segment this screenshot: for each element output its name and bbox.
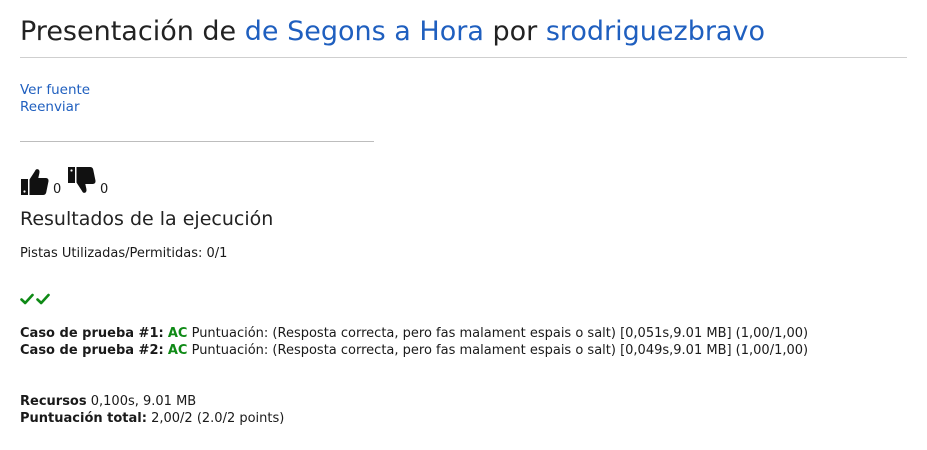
test-case-label: Caso de prueba #1:: [20, 326, 164, 341]
test-status-icons: [20, 292, 907, 306]
test-case-row: Caso de prueba #1: AC Puntuación: (Respo…: [20, 325, 907, 342]
view-source-link[interactable]: Ver fuente: [20, 82, 907, 99]
test-case-status: AC: [167, 326, 188, 341]
resources-value: 0,100s, 9.01 MB: [90, 394, 197, 409]
test-case-detail: Puntuación: (Resposta correcta, pero fas…: [191, 343, 809, 358]
resubmit-link[interactable]: Reenviar: [20, 99, 907, 116]
submission-page: Presentación de de Segons a Hora por sro…: [20, 0, 907, 427]
test-case-status: AC: [167, 343, 188, 358]
hints-used: Pistas Utilizadas/Permitidas: 0/1: [20, 246, 228, 261]
test-case-detail: Puntuación: (Resposta correcta, pero fas…: [191, 326, 809, 341]
page-title: Presentación de de Segons a Hora por sro…: [20, 0, 907, 57]
downvote-count: 0: [100, 182, 109, 197]
title-divider: [20, 57, 907, 58]
upvote-count: 0: [53, 182, 62, 197]
action-links: Ver fuente Reenviar: [20, 82, 907, 116]
thumbs-down-icon: [68, 167, 96, 193]
problem-link[interactable]: de Segons a Hora: [245, 16, 484, 47]
test-case-label: Caso de prueba #2:: [20, 343, 164, 358]
total-score-line: Puntuación total: 2,00/2 (2.0/2 points): [20, 410, 907, 427]
results-heading: Resultados de la ejecución: [20, 208, 274, 230]
downvote-button[interactable]: 0: [67, 166, 108, 196]
actions-divider: [20, 141, 374, 142]
results-summary: Recursos 0,100s, 9.01 MB Puntuación tota…: [20, 393, 907, 427]
title-prefix: Presentación de: [20, 16, 237, 47]
thumbs-up-icon: [21, 169, 49, 195]
total-score-label: Puntuación total:: [20, 411, 147, 426]
upvote-button[interactable]: 0: [20, 166, 61, 196]
vote-bar: 0 0: [20, 164, 907, 196]
check-icon: [36, 293, 50, 305]
check-icon: [20, 293, 34, 305]
total-score-value: 2,00/2 (2.0/2 points): [151, 411, 285, 426]
resources-line: Recursos 0,100s, 9.01 MB: [20, 393, 907, 410]
user-link[interactable]: srodriguezbravo: [546, 16, 765, 47]
title-middle: por: [492, 16, 538, 47]
test-case-row: Caso de prueba #2: AC Puntuación: (Respo…: [20, 342, 907, 359]
resources-label: Recursos: [20, 394, 87, 409]
test-cases: Caso de prueba #1: AC Puntuación: (Respo…: [20, 325, 907, 359]
